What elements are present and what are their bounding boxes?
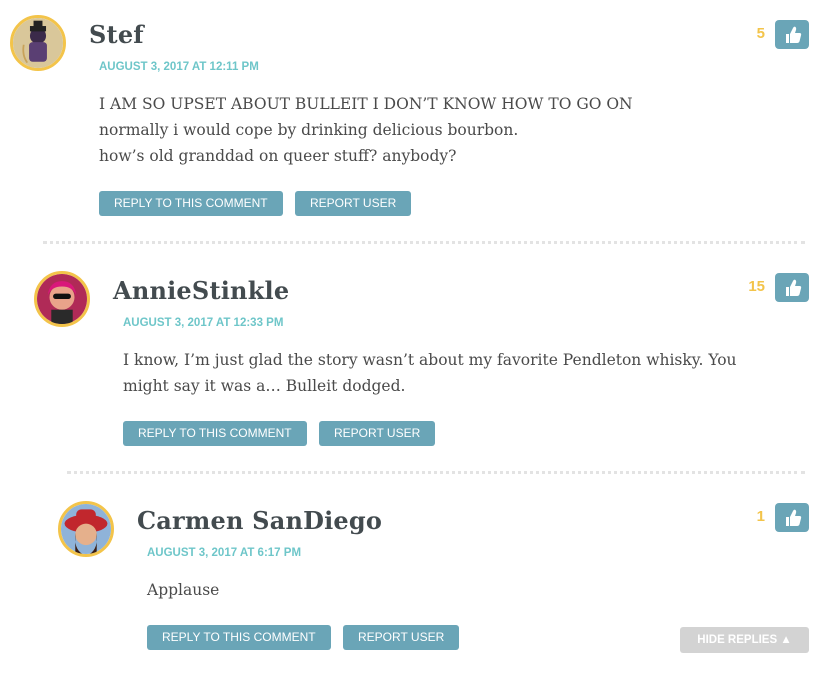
like-button[interactable] — [775, 273, 809, 302]
report-user-button[interactable]: REPORT USER — [319, 421, 436, 446]
comment-line: I know, I’m just glad the story wasn’t a… — [123, 351, 737, 395]
like-button[interactable] — [775, 503, 809, 532]
vote-count: 5 — [756, 25, 765, 42]
avatar-carmen-image — [61, 504, 111, 554]
reply-button[interactable]: REPLY TO THIS COMMENT — [99, 191, 283, 216]
report-user-button[interactable]: REPORT USER — [343, 625, 460, 650]
comment-author[interactable]: AnnieStinkle — [113, 276, 289, 305]
comment-divider — [43, 241, 805, 244]
comment-author[interactable]: Carmen SanDiego — [137, 506, 382, 535]
comment-divider — [67, 471, 805, 474]
comment-author[interactable]: Stef — [89, 20, 144, 49]
vote-count: 1 — [756, 508, 765, 525]
reply-button[interactable]: REPLY TO THIS COMMENT — [147, 625, 331, 650]
avatar-anniestinkle-image — [37, 274, 87, 324]
vote-count: 15 — [748, 278, 765, 295]
comment-body: I know, I’m just glad the story wasn’t a… — [123, 347, 783, 399]
avatar[interactable] — [10, 15, 66, 71]
report-user-button[interactable]: REPORT USER — [295, 191, 412, 216]
comment-date-link[interactable]: AUGUST 3, 2017 AT 12:33 PM — [123, 317, 283, 329]
comment-line: I AM SO UPSET ABOUT BULLEIT I DON’T KNOW… — [99, 95, 633, 113]
reply-button[interactable]: REPLY TO THIS COMMENT — [123, 421, 307, 446]
comment-line: Applause — [147, 581, 220, 599]
avatar[interactable] — [58, 501, 114, 557]
comment-body: I AM SO UPSET ABOUT BULLEIT I DON’T KNOW… — [99, 91, 799, 169]
comment-body: Applause — [147, 577, 747, 603]
like-button[interactable] — [775, 20, 809, 49]
comment-date-link[interactable]: AUGUST 3, 2017 AT 6:17 PM — [147, 547, 301, 559]
comment-line: normally i would cope by drinking delici… — [99, 121, 519, 139]
thumbs-up-icon — [786, 509, 802, 526]
thumbs-up-icon — [786, 26, 802, 43]
avatar-stef-image — [13, 18, 63, 68]
comment-date-link[interactable]: AUGUST 3, 2017 AT 12:11 PM — [99, 61, 259, 73]
thumbs-up-icon — [786, 279, 802, 296]
avatar[interactable] — [34, 271, 90, 327]
comment-line: how’s old granddad on queer stuff? anybo… — [99, 147, 457, 165]
hide-replies-button[interactable]: HIDE REPLIES ▲ — [680, 627, 809, 653]
